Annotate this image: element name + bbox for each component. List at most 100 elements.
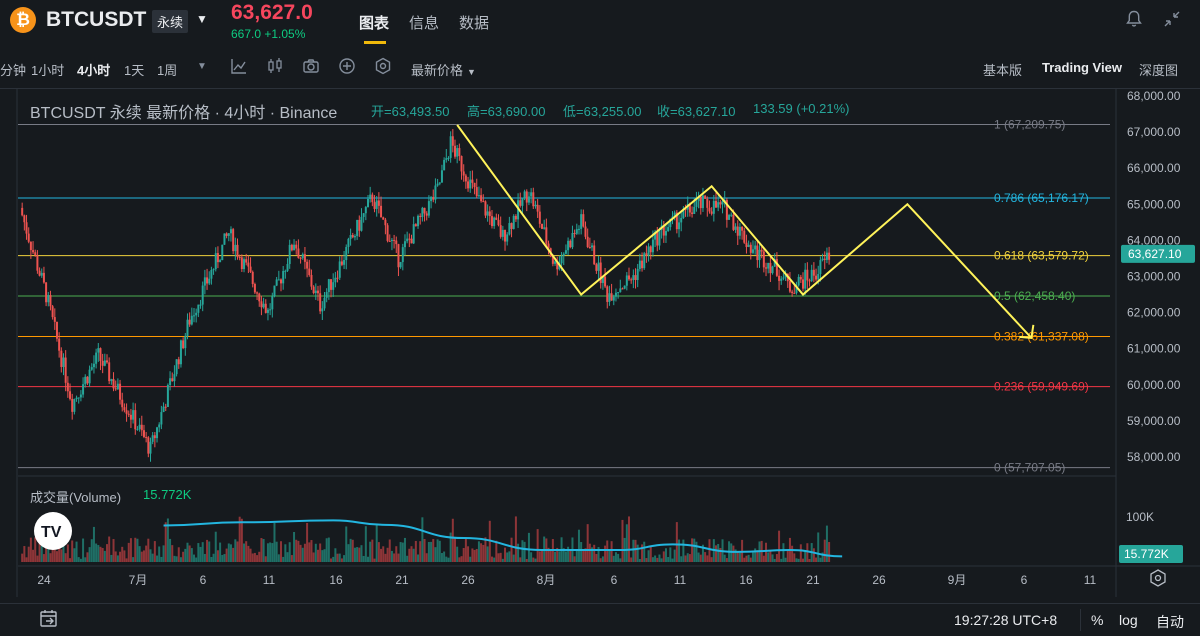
volume-bar: [688, 554, 691, 562]
price-type-select[interactable]: 最新价格 ▼: [411, 60, 476, 79]
volume-bar: [169, 538, 172, 562]
price-tick-label: 58,000.00: [1127, 450, 1181, 464]
candle-body: [214, 253, 217, 270]
candle-body: [36, 255, 39, 271]
view-depth[interactable]: 深度图: [1139, 60, 1178, 79]
candle-body: [358, 219, 361, 231]
volume-bar: [42, 554, 45, 562]
volume-bar: [614, 552, 617, 562]
settings-icon[interactable]: [374, 57, 392, 80]
candle-body: [273, 285, 276, 297]
log-scale-toggle[interactable]: log: [1119, 612, 1138, 628]
price-tick-label: 67,000.00: [1127, 125, 1181, 139]
tab-chart[interactable]: 图表: [359, 12, 389, 33]
candle-body: [577, 228, 580, 230]
volume-bar: [617, 553, 620, 562]
candle-body: [147, 437, 150, 454]
volume-bar: [193, 554, 195, 562]
candle-body: [101, 360, 104, 366]
candle-body: [493, 217, 496, 227]
interval-1w[interactable]: 1周: [157, 60, 177, 79]
symbol-dropdown-icon[interactable]: ▼: [196, 12, 208, 26]
volume-bar: [823, 539, 826, 562]
add-icon[interactable]: [338, 57, 356, 80]
candle-body: [38, 270, 41, 276]
candle-body: [604, 276, 607, 287]
camera-icon[interactable]: [302, 57, 320, 80]
candle-body: [771, 266, 774, 274]
volume-bar: [312, 552, 315, 562]
view-tradingview[interactable]: Trading View: [1042, 60, 1122, 75]
candle-body: [793, 293, 796, 295]
candle-body: [538, 211, 541, 224]
more-intervals-icon[interactable]: ▼: [197, 61, 207, 72]
interval-1h[interactable]: 1小时: [31, 60, 64, 79]
candle-body: [314, 290, 317, 294]
legend-close: 收=63,627.10: [657, 104, 736, 119]
price-chart[interactable]: 1 (67,209.75) 0.786 (65,176.17) 0.618 (63,…: [0, 89, 1200, 597]
symbol-name[interactable]: BTCUSDT: [46, 8, 146, 32]
volume-bar: [612, 555, 615, 562]
volume-bar: [436, 539, 439, 562]
candle-body: [462, 171, 465, 176]
interval-4h[interactable]: 4小时: [77, 60, 110, 79]
date-range-icon[interactable]: [38, 609, 60, 632]
volume-bar: [619, 558, 622, 562]
candle-body: [223, 233, 226, 245]
candle-body: [82, 384, 85, 395]
volume-bar: [123, 550, 126, 562]
candle-body: [802, 279, 804, 289]
volume-bar: [440, 553, 443, 562]
bell-icon[interactable]: [1126, 10, 1142, 33]
volume-bar: [795, 558, 798, 562]
indicator-icon[interactable]: [230, 57, 248, 80]
volume-bar: [62, 546, 65, 562]
volume-bar: [773, 558, 776, 562]
volume-bar: [514, 516, 517, 562]
candle-body: [25, 222, 28, 234]
candle-body: [484, 201, 487, 216]
volume-bar: [541, 549, 543, 562]
clock-time[interactable]: 19:27:28 UTC+8: [954, 612, 1057, 628]
view-basic[interactable]: 基本版: [983, 60, 1022, 79]
tab-data[interactable]: 数据: [459, 12, 489, 33]
candle-body: [162, 406, 165, 413]
candle-body: [347, 238, 350, 248]
auto-scale-toggle[interactable]: 自动: [1156, 612, 1184, 632]
volume-bar: [232, 547, 235, 562]
volume-bar: [171, 545, 174, 562]
volume-bar: [125, 558, 128, 562]
volume-bar: [112, 539, 115, 562]
candle-body: [591, 245, 594, 248]
interval-minute[interactable]: 分钟: [0, 60, 26, 79]
tab-info[interactable]: 信息: [409, 12, 439, 33]
time-tick-label: 21: [806, 573, 820, 587]
candle-body: [699, 196, 702, 209]
volume-bar: [301, 547, 304, 562]
volume-bar: [536, 529, 539, 562]
volume-bar: [725, 558, 728, 562]
volume-bar: [793, 553, 796, 562]
candle-type-icon[interactable]: [266, 57, 284, 80]
candle-body: [704, 195, 707, 199]
candle-body: [636, 268, 639, 281]
volume-bar: [586, 524, 589, 562]
fib-label: 0.382 (61,337.08): [994, 330, 1089, 344]
tradingview-logo: TV: [34, 512, 72, 550]
candle-body: [90, 367, 93, 370]
candle-body: [156, 427, 159, 439]
volume-bar: [647, 550, 650, 562]
candle-body: [75, 397, 78, 400]
candle-body: [390, 239, 393, 241]
candle-body: [110, 379, 113, 382]
volume-bar: [340, 558, 343, 562]
volume-bar: [358, 547, 361, 562]
candle-body: [253, 284, 256, 293]
volume-bar: [802, 558, 804, 562]
percent-scale-toggle[interactable]: %: [1091, 612, 1103, 628]
collapse-icon[interactable]: [1163, 10, 1181, 33]
candle-body: [510, 223, 513, 229]
interval-1d[interactable]: 1天: [124, 60, 144, 79]
fib-label: 0.618 (63,579.72): [994, 249, 1089, 263]
volume-bar: [469, 556, 472, 562]
